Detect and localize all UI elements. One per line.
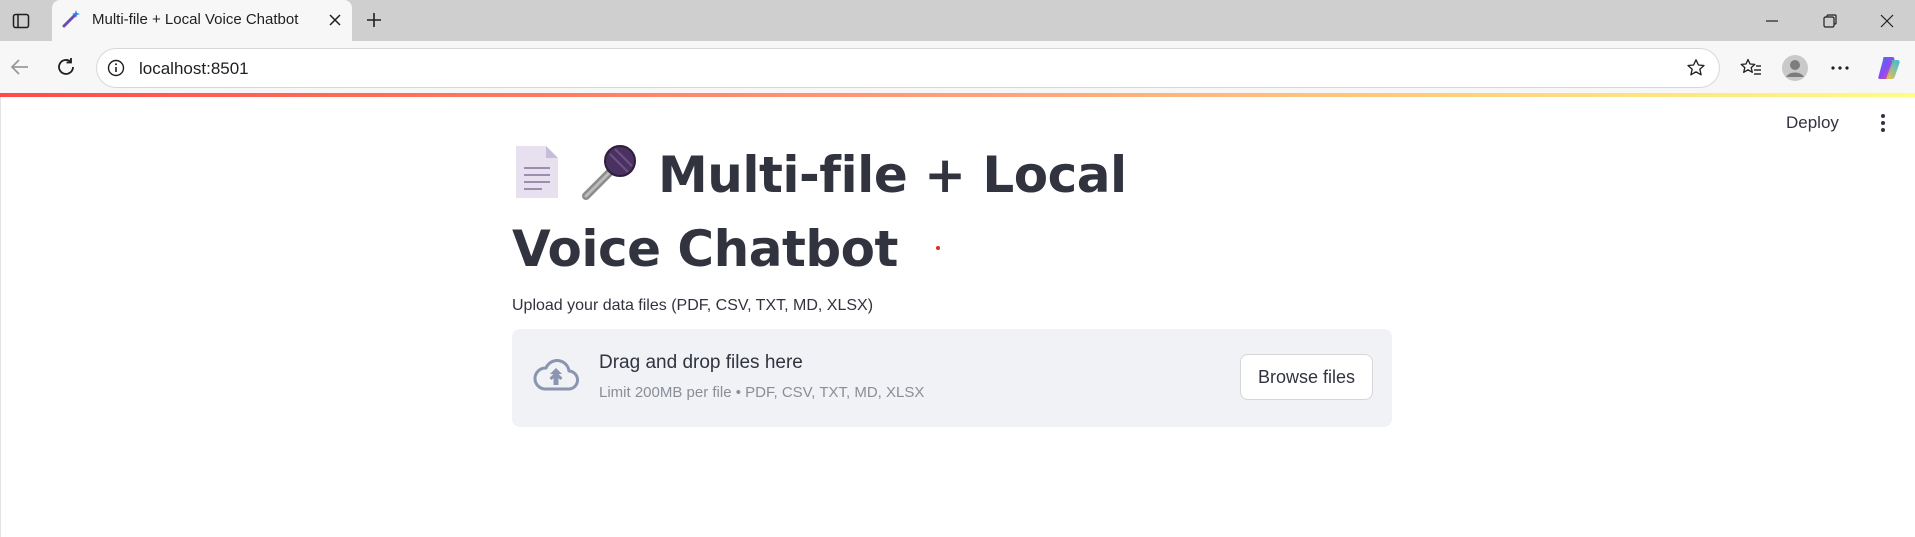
browser-toolbar: localhost:8501 <box>0 41 1915 94</box>
file-uploader-label: Upload your data files (PDF, CSV, TXT, M… <box>512 297 874 314</box>
page-title: Multi-file + Local Voice Chatbot <box>512 142 1272 282</box>
dropzone-title: Drag and drop files here <box>599 352 803 373</box>
browser-tab-bar: Multi-file + Local Voice Chatbot <box>0 0 1915 41</box>
restore-icon[interactable] <box>1810 6 1850 36</box>
microphone-icon <box>580 144 640 216</box>
document-icon <box>512 144 562 216</box>
file-dropzone[interactable]: Drag and drop files here Limit 200MB per… <box>512 329 1392 427</box>
favorites-icon[interactable] <box>1736 53 1766 83</box>
minimize-icon[interactable] <box>1752 6 1792 36</box>
deploy-button[interactable]: Deploy <box>1786 113 1839 133</box>
cloud-upload-icon <box>532 357 580 393</box>
magic-wand-icon <box>60 8 82 30</box>
reload-icon[interactable] <box>52 53 80 81</box>
window-close-icon[interactable] <box>1867 6 1907 36</box>
info-icon[interactable] <box>105 57 127 79</box>
copilot-icon[interactable] <box>1874 53 1904 83</box>
avatar-icon[interactable] <box>1780 53 1810 83</box>
dropzone-limit-text: Limit 200MB per file • PDF, CSV, TXT, MD… <box>599 384 925 401</box>
url-text[interactable]: localhost:8501 <box>139 59 249 79</box>
kebab-menu-icon[interactable] <box>1871 111 1895 135</box>
back-arrow-icon[interactable] <box>6 53 34 81</box>
plus-icon[interactable] <box>361 7 387 33</box>
tab-actions-icon[interactable] <box>8 8 34 34</box>
close-icon[interactable] <box>324 9 346 31</box>
tab-title: Multi-file + Local Voice Chatbot <box>92 11 299 28</box>
browse-files-button[interactable]: Browse files <box>1240 354 1373 400</box>
ellipsis-icon[interactable] <box>1825 53 1855 83</box>
browser-tab-active[interactable]: Multi-file + Local Voice Chatbot <box>52 0 352 41</box>
star-icon[interactable] <box>1685 57 1707 79</box>
address-bar[interactable]: localhost:8501 <box>96 48 1720 88</box>
